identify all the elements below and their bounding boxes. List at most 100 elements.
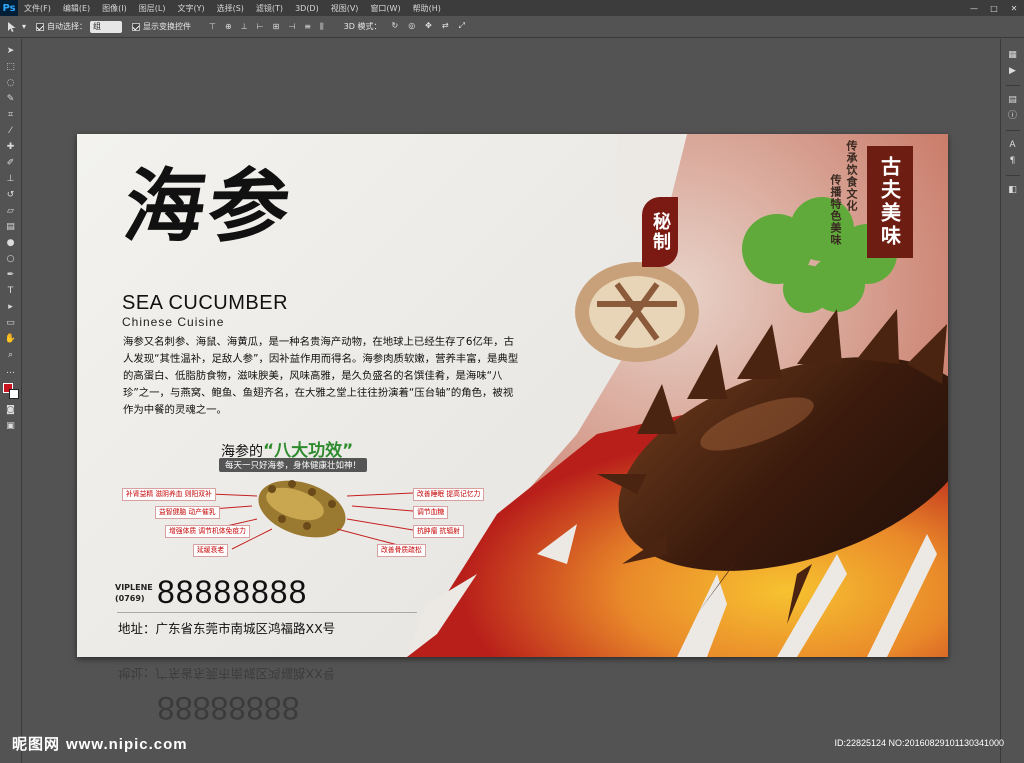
benefit-tag: 调节血糖 [413,506,449,519]
close-button[interactable]: ✕ [1004,4,1024,13]
brush-tool-icon[interactable]: ✐ [4,157,18,170]
menu-select[interactable]: 选择(S) [211,3,250,14]
align-top-icon[interactable]: ⊤ [209,22,216,32]
menu-bar: Ps 文件(F) 编辑(E) 图像(I) 图层(L) 文字(Y) 选择(S) 滤… [0,0,1024,16]
address-text: 地址：广东省东莞市南城区鸿福路XX号 [118,621,336,636]
menu-view[interactable]: 视图(V) [325,3,365,14]
poster-description: 海参又名刺参、海鼠、海黄瓜，是一种名贵海产动物，在地球上已经生存了6亿年，古人发… [123,336,519,416]
info-panel-icon[interactable]: ⓘ [1007,110,1019,122]
benefit-tag: 抗肿瘤 抗辐射 [413,525,464,538]
align-buttons: ⊤ ⊕ ⊥ ⊢ ⊞ ⊣ ≡ ⫼ [209,22,324,32]
poster-title: 海参 [118,159,300,253]
shiitake-mushroom [575,262,699,362]
menu-edit[interactable]: 编辑(E) [57,3,96,14]
phone-label-area: (0769) [115,594,145,603]
move-tool-icon[interactable]: ➤ [4,45,18,58]
type-tool-icon[interactable]: T [4,285,18,298]
align-vcenter-icon[interactable]: ⊕ [225,22,232,32]
auto-select-checkbox[interactable] [36,22,45,31]
blur-tool-icon[interactable]: ● [4,237,18,250]
background-color[interactable] [8,389,19,399]
layer-comps-panel-icon[interactable]: ◧ [1007,184,1019,196]
align-left-icon[interactable]: ⊢ [257,22,264,32]
distribute-h-icon[interactable]: ⫼ [320,22,324,32]
tools-panel: ➤ ⬚ ◌ ✎ ⌗ ⁄ ✚ ✐ ⊥ ↺ ▱ ▤ ● ○ ✒ T ▸ ▭ ✋ ⌕ … [0,39,22,763]
benefit-tag: 改善骨质疏松 [377,544,426,557]
watermark-url: www.nipic.com [66,736,188,753]
menu-window[interactable]: 窗口(W) [364,3,406,14]
move-tool-preset[interactable]: ▾ [6,21,26,33]
marquee-tool-icon[interactable]: ⬚ [4,61,18,74]
dodge-tool-icon[interactable]: ○ [4,253,18,266]
menu-type[interactable]: 文字(Y) [171,3,210,14]
show-transform-checkbox[interactable] [132,22,141,31]
menu-3d[interactable]: 3D(D) [289,4,325,13]
color-swatches[interactable] [2,383,19,401]
paragraph-panel-icon[interactable]: ¶ [1007,155,1019,167]
eraser-tool-icon[interactable]: ▱ [4,205,18,218]
watermark-site-name: 昵图网 [12,735,61,753]
distribute-icon[interactable]: ≡ [304,22,311,32]
gradient-tool-icon[interactable]: ▤ [4,221,18,234]
classic-taste-badge: 古夫美味 [867,146,913,258]
benefit-tag: 延缓衰老 [193,544,229,557]
auto-select-option[interactable]: 自动选择： 组 [36,20,123,33]
screen-mode-icon[interactable]: ▣ [4,420,18,433]
healing-brush-icon[interactable]: ✚ [4,141,18,154]
show-transform-label: 显示变换控件 [143,22,192,31]
maximize-button[interactable]: □ [984,4,1004,13]
3d-slide-icon[interactable]: ⇄ [442,21,449,32]
3d-mode-label: 3D 模式： [343,22,382,31]
more-tools-icon[interactable]: … [4,365,18,378]
phone-label: VIPLENE (0769) [115,582,153,604]
benefit-tag: 益智健脑 动产催乳 [155,506,220,519]
character-panel-icon[interactable]: A [1007,139,1019,151]
path-select-icon[interactable]: ▸ [4,301,18,314]
window-controls: — □ ✕ [964,4,1024,13]
minimize-button[interactable]: — [964,4,984,13]
menu-file[interactable]: 文件(F) [18,3,57,14]
actions-panel-icon[interactable]: ▶ [1007,65,1019,77]
reflection-address: 地址：广东省东莞市南城区鸿福路XX号 [118,666,336,681]
history-brush-icon[interactable]: ↺ [4,189,18,202]
clone-stamp-icon[interactable]: ⊥ [4,173,18,186]
quick-mask-icon[interactable]: ◙ [4,404,18,417]
properties-panel-icon[interactable]: ▤ [1007,94,1019,106]
crop-tool-icon[interactable]: ⌗ [4,109,18,122]
menu-filter[interactable]: 滤镜(T) [250,3,289,14]
benefit-tag: 改善睡眠 提高记忆力 [413,488,485,501]
3d-scale-icon[interactable]: ⤢ [459,21,465,32]
panel-dock: ▦ ▶ ▤ ⓘ A ¶ ◧ [1000,39,1024,763]
shape-tool-icon[interactable]: ▭ [4,317,18,330]
zoom-tool-icon[interactable]: ⌕ [4,349,18,362]
history-panel-icon[interactable]: ▦ [1007,49,1019,61]
hand-tool-icon[interactable]: ✋ [4,333,18,346]
auto-select-dropdown[interactable]: 组 [90,20,123,33]
small-sea-cucumber-illustration [258,480,346,538]
canvas-reflection: 88888888 地址：广东省东莞市南城区鸿福路XX号 [77,660,948,760]
align-bottom-icon[interactable]: ⊥ [241,22,248,32]
reflection-phone: 88888888 [157,690,300,726]
pen-tool-icon[interactable]: ✒ [4,269,18,282]
eyedropper-tool-icon[interactable]: ⁄ [4,125,18,138]
align-right-icon[interactable]: ⊣ [288,22,295,32]
benefit-tag: 补肾益精 滋阴养血 则阳双补 [122,488,216,501]
3d-roll-icon[interactable]: ◎ [408,21,415,32]
3d-rotate-icon[interactable]: ↻ [391,21,398,32]
menu-layer[interactable]: 图层(L) [133,3,172,14]
photoshop-window: Ps 文件(F) 编辑(E) 图像(I) 图层(L) 文字(Y) 选择(S) 滤… [0,0,1024,763]
menu-help[interactable]: 帮助(H) [407,3,447,14]
show-transform-option[interactable]: 显示变换控件 [132,21,191,32]
menu-image[interactable]: 图像(I) [96,3,133,14]
benefit-tag: 增强体质 调节机体免疫力 [165,525,250,538]
lasso-tool-icon[interactable]: ◌ [4,77,18,90]
auto-select-label: 自动选择： [47,22,88,31]
align-hcenter-icon[interactable]: ⊞ [273,22,280,32]
document-canvas[interactable]: 海参 SEA CUCUMBER Chinese Cuisine 海参又名刺参、海… [77,134,948,657]
phone-label-brand: VIPLENE [115,583,153,592]
quick-select-tool-icon[interactable]: ✎ [4,93,18,106]
divider [117,612,417,613]
photoshop-logo: Ps [0,0,18,16]
watermark: 昵图网 www.nipic.com [12,733,188,754]
3d-pan-icon[interactable]: ✥ [425,21,432,32]
